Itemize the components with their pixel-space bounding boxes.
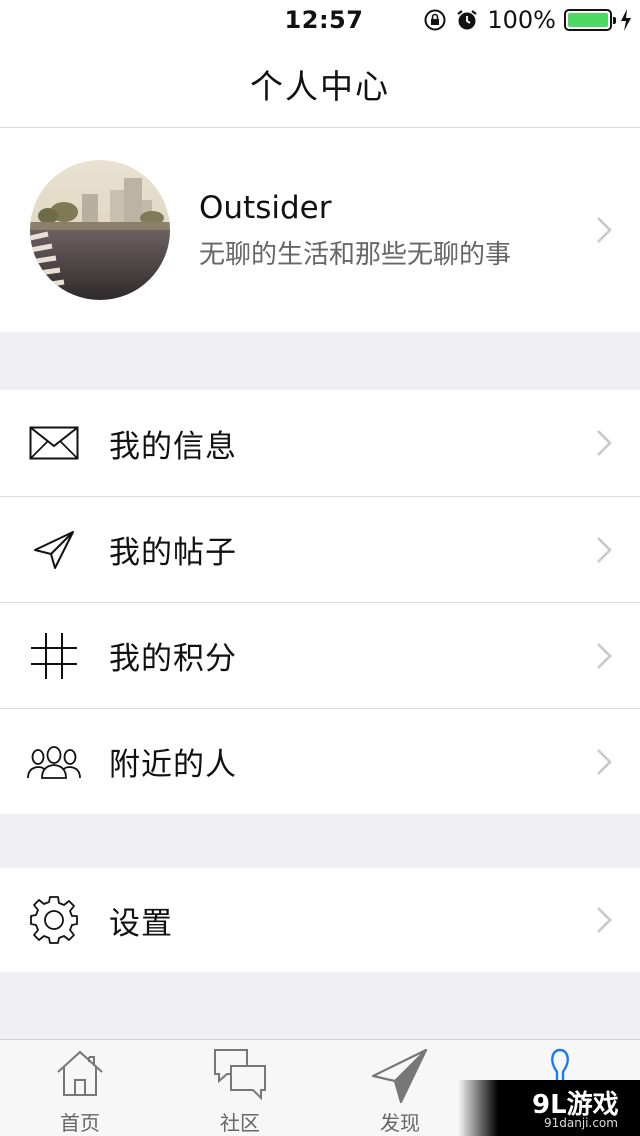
chevron-right-icon [597,537,612,563]
menu-item-label: 我的帖子 [109,535,237,571]
settings-label: 设置 [109,905,173,942]
paper-plane-icon [26,522,82,578]
menu-group: 我的信息 我的帖子 我的积分 附近的人 [0,390,640,814]
chevron-right-icon [597,907,612,933]
rotation-lock-icon [424,9,446,31]
settings-group: 设置 [0,868,640,972]
menu-item-nearby-people[interactable]: 附近的人 [0,708,640,814]
battery-percent: 100% [487,6,556,34]
menu-item-label: 附近的人 [109,747,237,783]
status-right-group: 100% [423,6,632,34]
chevron-right-icon [597,749,612,775]
tab-home[interactable]: 首页 [0,1040,160,1136]
watermark-logo: 9L游戏 91danji.com [458,1080,640,1136]
tab-label: 首页 [60,1111,100,1135]
envelope-icon [26,415,82,471]
tab-community[interactable]: 社区 [160,1040,320,1136]
chat-bubbles-icon [214,1049,266,1101]
menu-item-label: 我的信息 [109,428,237,465]
hash-grid-icon [26,628,82,684]
chevron-right-icon [597,430,612,456]
watermark-sub: 91danji.com [544,1116,618,1130]
home-icon [57,1050,103,1096]
battery-icon [564,9,616,31]
profile-name: Outsider [199,190,332,226]
menu-item-label: 我的积分 [109,641,237,677]
profile-bio: 无聊的生活和那些无聊的事 [199,240,512,270]
menu-item-my-info[interactable]: 我的信息 [0,390,640,496]
tab-discover[interactable]: 发现 [320,1040,480,1136]
tab-label: 发现 [380,1111,420,1135]
people-group-icon [26,734,82,790]
navigation-bar: 个人中心 [0,40,640,128]
battery-fill [568,13,608,27]
tab-label: 社区 [220,1111,260,1135]
page-title: 个人中心 [250,66,390,106]
paper-plane-icon [371,1048,428,1104]
chevron-right-icon [597,643,612,669]
menu-item-my-points[interactable]: 我的积分 [0,602,640,708]
status-bar: 12:57 100% [0,0,640,40]
chevron-right-icon [597,217,612,243]
avatar[interactable] [30,160,170,300]
gear-icon [26,892,82,948]
alarm-icon [457,10,478,30]
profile-card[interactable]: Outsider 无聊的生活和那些无聊的事 [0,128,640,332]
menu-item-my-posts[interactable]: 我的帖子 [0,496,640,602]
menu-item-settings[interactable]: 设置 [0,868,640,972]
charging-icon [621,9,631,31]
